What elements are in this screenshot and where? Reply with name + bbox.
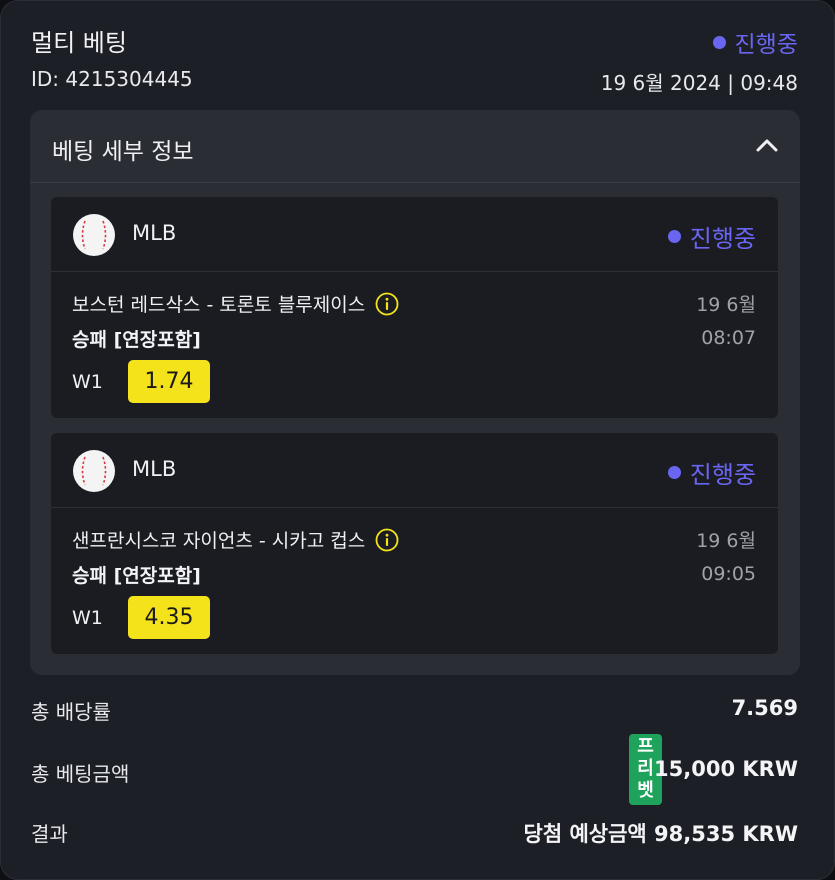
bet-details-panel: 베팅 세부 정보 MLB 진행중 보스턴 레드삭스 - 토론토 블루제이스 승패… xyxy=(30,110,800,675)
chevron-up-icon[interactable] xyxy=(756,138,778,152)
total-stake-label: 총 베팅금액 xyxy=(31,762,130,786)
bet-title: 멀티 베팅 xyxy=(31,29,127,57)
league-name: MLB xyxy=(132,221,177,245)
event-status-label: 진행중 xyxy=(689,225,756,253)
event-date: 19 6월 xyxy=(696,294,756,316)
outcome-label: W1 xyxy=(72,607,103,629)
baseball-icon xyxy=(73,214,115,256)
event-status-label: 진행중 xyxy=(689,461,756,489)
match-teams: 보스턴 레드삭스 - 토론토 블루제이스 xyxy=(72,294,366,316)
league-name: MLB xyxy=(132,457,177,481)
bet-datetime: 19 6월 2024 | 09:48 xyxy=(600,71,798,95)
match-name: 보스턴 레드삭스 - 토론토 블루제이스 xyxy=(72,290,399,317)
outcome-label: W1 xyxy=(72,371,103,393)
status-dot xyxy=(712,35,726,49)
event-time: 08:07 xyxy=(701,327,756,349)
market-name: 승패 [연장포함] xyxy=(72,329,201,351)
event-header: MLB 진행중 xyxy=(51,197,778,272)
event-time: 09:05 xyxy=(701,563,756,585)
status-dot xyxy=(667,230,681,243)
freebet-char: 프 xyxy=(637,736,654,757)
info-icon[interactable] xyxy=(375,292,399,316)
event-card: MLB 진행중 보스턴 레드삭스 - 토론토 블루제이스 승패 [연장포함] 1… xyxy=(51,197,778,418)
bet-details-header[interactable]: 베팅 세부 정보 xyxy=(30,110,800,183)
bet-status-label: 진행중 xyxy=(734,32,798,58)
info-icon[interactable] xyxy=(375,528,399,552)
baseball-icon xyxy=(73,450,115,492)
match-name: 샌프란시스코 자이언츠 - 시카고 컵스 xyxy=(72,526,399,553)
result-label: 결과 xyxy=(31,822,68,846)
bet-status: 진행중 xyxy=(712,25,798,59)
bet-card: 멀티 베팅 진행중 ID: 4215304445 19 6월 2024 | 09… xyxy=(0,0,835,880)
event-card: MLB 진행중 샌프란시스코 자이언츠 - 시카고 컵스 승패 [연장포함] 1… xyxy=(51,433,778,654)
freebet-char: 벳 xyxy=(637,780,654,801)
match-teams: 샌프란시스코 자이언츠 - 시카고 컵스 xyxy=(72,530,366,552)
result-value: 당첨 예상금액 98,535 KRW xyxy=(523,822,799,846)
market-name: 승패 [연장포함] xyxy=(72,565,201,587)
total-odds-value: 7.569 xyxy=(731,696,798,720)
event-date: 19 6월 xyxy=(696,530,756,552)
event-header: MLB 진행중 xyxy=(51,433,778,508)
bet-id: ID: 4215304445 xyxy=(31,67,193,91)
odds-badge: 1.74 xyxy=(128,360,210,403)
total-odds-label: 총 배당률 xyxy=(31,700,111,724)
total-stake-value: 15,000 KRW xyxy=(654,757,798,781)
status-dot xyxy=(667,466,681,479)
event-status: 진행중 xyxy=(667,455,756,490)
odds-badge: 4.35 xyxy=(128,596,210,639)
event-status: 진행중 xyxy=(667,219,756,254)
bet-details-title: 베팅 세부 정보 xyxy=(52,139,194,165)
